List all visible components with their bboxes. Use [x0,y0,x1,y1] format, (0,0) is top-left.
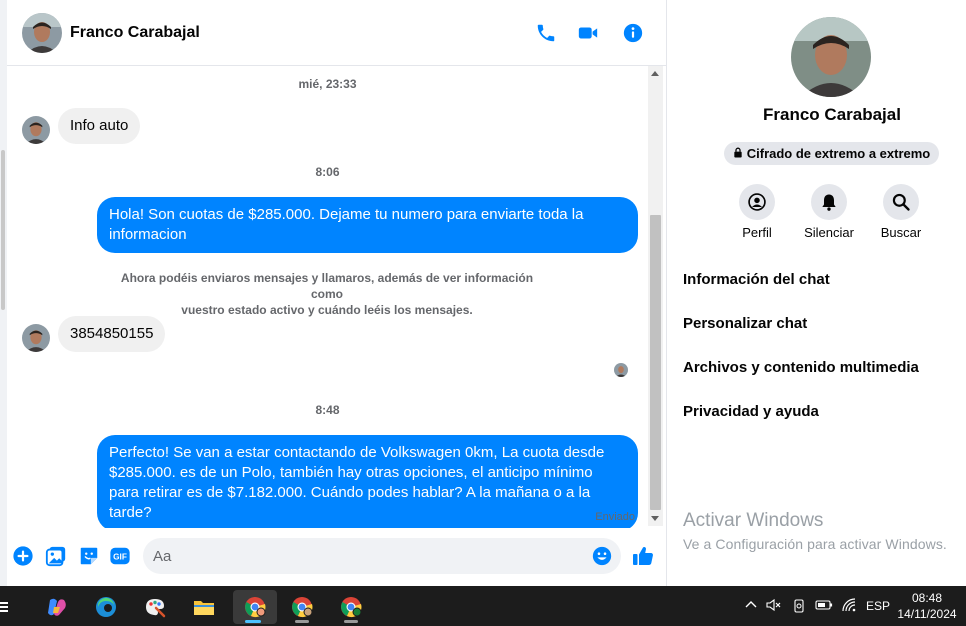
plus-circle-icon[interactable] [12,545,34,567]
connection-notice: Ahora podéis enviaros mensajes y llamaro… [107,270,547,318]
chrome-alt-profile-icon[interactable] [331,590,371,624]
system-clock[interactable]: 08:48 14/11/2024 [893,590,961,622]
menu-chat-info[interactable]: Información del chat [683,271,830,288]
message-list[interactable]: mié, 23:33 Info auto 8:06 Hola! Son cuot… [7,66,648,528]
notice-line: Ahora podéis enviaros mensajes y llamaro… [120,271,534,301]
incoming-message[interactable]: 3854850155 [58,316,166,352]
left-edge-strip [0,0,7,586]
gif-icon[interactable]: GIF [109,545,131,567]
active-indicator [245,620,261,623]
scroll-up-arrow[interactable] [651,71,659,76]
edge-browser-icon[interactable] [86,590,126,624]
bell-icon [811,184,847,220]
menu-media-files[interactable]: Archivos y contenido multimedia [683,359,919,376]
chrome-icon[interactable] [233,590,277,624]
lock-icon [733,146,743,161]
timestamp: 8:06 [315,165,340,179]
message-input[interactable] [153,538,583,574]
task-view-icon[interactable] [0,590,18,624]
contact-avatar-small[interactable] [22,324,50,352]
scroll-thumb[interactable] [650,215,661,510]
search-icon [883,184,919,220]
action-label: Silenciar [804,225,854,240]
sticker-icon[interactable] [78,545,100,567]
running-indicator [344,620,358,623]
message-input-box[interactable] [143,538,621,574]
image-icon[interactable] [45,545,67,567]
contact-avatar-small[interactable] [22,116,50,144]
incoming-message[interactable]: Info auto [58,108,141,144]
watermark-title: Activar Windows [683,510,824,531]
video-camera-icon[interactable] [575,20,601,46]
info-icon[interactable] [620,20,646,46]
watermark-subtitle: Ve a Configuración para activar Windows. [683,536,947,552]
clock-time: 08:48 [911,591,943,605]
profile-name: Franco Carabajal [763,105,901,124]
outgoing-message[interactable]: Hola! Son cuotas de $285.000. Dejame tu … [97,197,638,253]
action-label: Buscar [880,225,922,240]
action-label: Perfil [742,225,772,240]
timestamp: mié, 23:33 [298,77,357,91]
chrome-profile-icon[interactable] [282,590,322,624]
menu-customize-chat[interactable]: Personalizar chat [683,315,807,332]
outgoing-message[interactable]: Perfecto! Se van a estar contactando de … [97,435,638,528]
phone-icon[interactable] [533,20,559,46]
battery-icon[interactable] [815,599,833,611]
timestamp: 8:48 [315,403,340,417]
chat-header: Franco Carabajal [7,0,666,66]
running-indicator [295,620,309,623]
file-explorer-icon[interactable] [184,590,224,624]
emoji-icon[interactable] [591,545,613,567]
thumbs-up-icon[interactable] [631,544,655,568]
input-language[interactable]: ESP [866,599,890,613]
profile-icon [739,184,775,220]
notice-line: vuestro estado activo y cuándo leéis los… [181,303,473,317]
chat-panel: Franco Carabajal mié, 23:33 Info auto 8:… [0,0,666,586]
encryption-label: Cifrado de extremo a extremo [746,146,931,161]
gif-label: GIF [113,553,127,562]
paint-icon[interactable] [135,590,175,624]
search-action[interactable]: Buscar [866,184,936,240]
contact-avatar[interactable] [22,13,62,53]
clock-date: 14/11/2024 [897,607,957,621]
profile-action[interactable]: Perfil [722,184,792,240]
copilot-icon[interactable] [37,590,77,624]
menu-privacy-help[interactable]: Privacidad y ayuda [683,403,819,420]
activate-windows-watermark: Activar Windows Ve a Configuración para … [683,510,947,552]
conversation-info-pane: Franco Carabajal Cifrado de extremo a ex… [666,0,966,586]
profile-avatar[interactable] [791,17,871,97]
encryption-badge[interactable]: Cifrado de extremo a extremo [724,142,939,165]
left-scroll-indicator[interactable] [1,150,5,310]
message-scrollbar[interactable] [648,66,663,526]
sync-device-icon[interactable] [792,598,806,614]
contact-name[interactable]: Franco Carabajal [70,24,200,42]
scroll-down-arrow[interactable] [651,516,659,521]
sent-status: Enviado [595,511,635,523]
composer-bar: GIF [7,528,666,586]
wifi-icon[interactable] [841,597,857,613]
chevron-up-icon[interactable] [744,598,758,612]
windows-taskbar: ESP 08:48 14/11/2024 [0,586,966,626]
seen-avatar [614,363,628,377]
mute-action[interactable]: Silenciar [794,184,864,240]
volume-muted-icon[interactable] [766,598,782,612]
